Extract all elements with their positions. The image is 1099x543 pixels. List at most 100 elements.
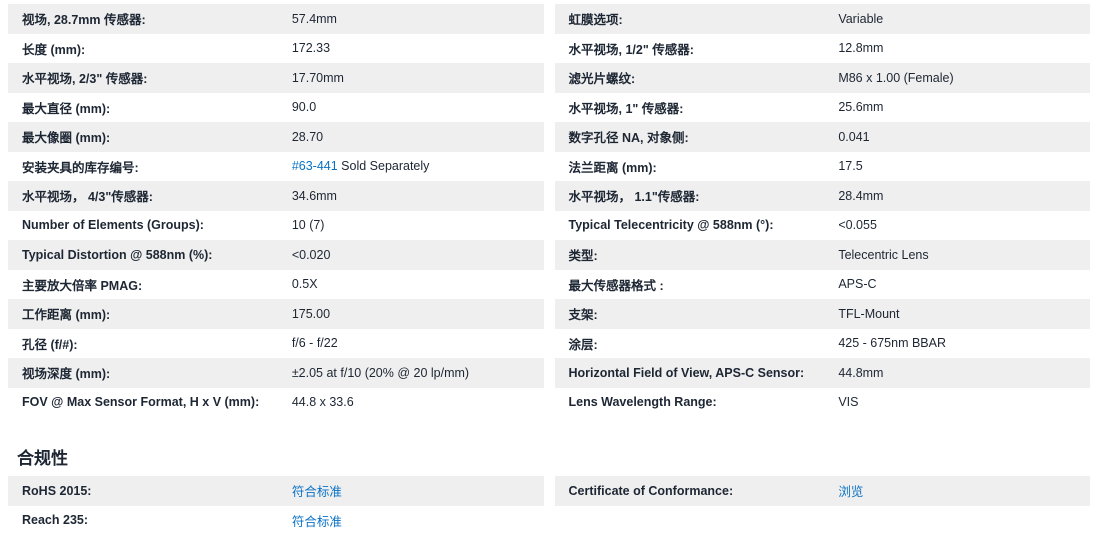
spec-label: 水平视场， 1.1"传感器: [555,186,839,205]
spec-row: 滤光片螺纹: M86 x 1.00 (Female) [555,63,1091,93]
spec-row: 最大直径 (mm): 90.0 [8,93,544,123]
spec-row: RoHS 2015: 符合标准 [8,476,544,506]
spec-row: Typical Distortion @ 588nm (%): <0.020 [8,240,544,270]
spec-row: 最大像圈 (mm): 28.70 [8,122,544,152]
spec-value: 25.6mm [838,100,1090,114]
spec-row: Reach 235: 符合标准 [8,506,544,536]
spec-label: Lens Wavelength Range: [555,395,839,409]
spec-label: 支架: [555,304,839,323]
stock-number-link[interactable]: #63-441 [292,159,338,173]
spec-row: 视场深度 (mm): ±2.05 at f/10 (20% @ 20 lp/mm… [8,358,544,388]
spec-value: 10 (7) [292,218,544,232]
spec-label: 虹膜选项: [555,9,839,28]
spec-row: Typical Telecentricity @ 588nm (°): <0.0… [555,211,1091,241]
spec-row: 水平视场， 4/3"传感器: 34.6mm [8,181,544,211]
spec-label: Certificate of Conformance: [555,484,839,498]
spec-value: 172.33 [292,41,544,55]
lens-spec-page: 视场, 28.7mm 传感器: 57.4mm 长度 (mm): 172.33 水… [0,0,1099,535]
spec-value: 44.8mm [838,366,1090,380]
spec-row: Horizontal Field of View, APS-C Sensor: … [555,358,1091,388]
spec-value: 425 - 675nm BBAR [838,336,1090,350]
spec-label: 最大传感器格式 : [555,275,839,294]
spec-row: 支架: TFL-Mount [555,299,1091,329]
spec-row: 孔径 (f/#): f/6 - f/22 [8,329,544,359]
spec-value: TFL-Mount [838,307,1090,321]
spec-value: 28.4mm [838,189,1090,203]
spec-label: Reach 235: [8,513,292,527]
spec-label: 水平视场, 1/2" 传感器: [555,39,839,58]
spec-value: 28.70 [292,130,544,144]
spec-value: 符合标准 [292,511,544,530]
spec-label: 视场深度 (mm): [8,363,292,382]
spec-value: 90.0 [292,100,544,114]
spec-label: 长度 (mm): [8,39,292,58]
spec-label: 数字孔径 NA, 对象侧: [555,127,839,146]
spec-label: 涂层: [555,334,839,353]
spec-label: RoHS 2015: [8,484,292,498]
spec-value: 0.5X [292,277,544,291]
spec-value: <0.020 [292,248,544,262]
spec-label: Number of Elements (Groups): [8,218,292,232]
compliance-table: RoHS 2015: 符合标准 Reach 235: 符合标准 Certific… [0,476,1099,535]
spec-value: APS-C [838,277,1090,291]
spec-label: 视场, 28.7mm 传感器: [8,9,292,28]
spec-label: 类型: [555,245,839,264]
spec-value: M86 x 1.00 (Female) [838,71,1090,85]
spec-row: 长度 (mm): 172.33 [8,34,544,64]
spec-row: 法兰距离 (mm): 17.5 [555,152,1091,182]
spec-row: 水平视场, 2/3" 传感器: 17.70mm [8,63,544,93]
spec-row: 涂层: 425 - 675nm BBAR [555,329,1091,359]
spec-label: 最大直径 (mm): [8,98,292,117]
spec-label: Typical Distortion @ 588nm (%): [8,248,292,262]
spec-value: 175.00 [292,307,544,321]
spec-value: 0.041 [838,130,1090,144]
spec-table: 视场, 28.7mm 传感器: 57.4mm 长度 (mm): 172.33 水… [0,4,1099,417]
spec-value: ±2.05 at f/10 (20% @ 20 lp/mm) [292,366,544,380]
compliance-column-right: Certificate of Conformance: 浏览 [555,476,1091,535]
spec-label: 水平视场, 1" 传感器: [555,98,839,117]
compliance-column-left: RoHS 2015: 符合标准 Reach 235: 符合标准 [8,476,544,535]
spec-value: 17.5 [838,159,1090,173]
spec-row: 水平视场, 1/2" 传感器: 12.8mm [555,34,1091,64]
compliance-heading: 合规性 [17,444,1099,469]
spec-row: 视场, 28.7mm 传感器: 57.4mm [8,4,544,34]
spec-label: 法兰距离 (mm): [555,157,839,176]
spec-row: 主要放大倍率 PMAG: 0.5X [8,270,544,300]
spec-label: 安装夹具的库存编号: [8,157,292,176]
spec-value: VIS [838,395,1090,409]
spec-row: 类型: Telecentric Lens [555,240,1091,270]
spec-label: 最大像圈 (mm): [8,127,292,146]
spec-label: 工作距离 (mm): [8,304,292,323]
rohs-compliance-link[interactable]: 符合标准 [292,485,342,499]
spec-row: 安装夹具的库存编号: #63-441 Sold Separately [8,152,544,182]
spec-row: Certificate of Conformance: 浏览 [555,476,1091,506]
spec-value: #63-441 Sold Separately [292,159,544,173]
spec-row: 虹膜选项: Variable [555,4,1091,34]
spec-value: 浏览 [838,481,1090,500]
spec-row: 最大传感器格式 : APS-C [555,270,1091,300]
spec-label: 滤光片螺纹: [555,68,839,87]
spec-row: FOV @ Max Sensor Format, H x V (mm): 44.… [8,388,544,418]
spec-label: 主要放大倍率 PMAG: [8,275,292,294]
spec-value: Telecentric Lens [838,248,1090,262]
spec-value: 57.4mm [292,12,544,26]
spec-value: 34.6mm [292,189,544,203]
spec-label: FOV @ Max Sensor Format, H x V (mm): [8,395,292,409]
spec-value: Variable [838,12,1090,26]
spec-value: 44.8 x 33.6 [292,395,544,409]
spec-row: 水平视场， 1.1"传感器: 28.4mm [555,181,1091,211]
spec-column-right: 虹膜选项: Variable 水平视场, 1/2" 传感器: 12.8mm 滤光… [555,4,1091,417]
spec-column-left: 视场, 28.7mm 传感器: 57.4mm 长度 (mm): 172.33 水… [8,4,544,417]
spec-value: f/6 - f/22 [292,336,544,350]
spec-row: 数字孔径 NA, 对象侧: 0.041 [555,122,1091,152]
spec-row: Lens Wavelength Range: VIS [555,388,1091,418]
certificate-view-link[interactable]: 浏览 [838,485,863,499]
spec-label: 孔径 (f/#): [8,334,292,353]
spec-value: <0.055 [838,218,1090,232]
spec-label: 水平视场, 2/3" 传感器: [8,68,292,87]
spec-row: 水平视场, 1" 传感器: 25.6mm [555,93,1091,123]
spec-label: 水平视场， 4/3"传感器: [8,186,292,205]
spec-value: 12.8mm [838,41,1090,55]
reach-compliance-link[interactable]: 符合标准 [292,515,342,529]
spec-label: Horizontal Field of View, APS-C Sensor: [555,366,839,380]
